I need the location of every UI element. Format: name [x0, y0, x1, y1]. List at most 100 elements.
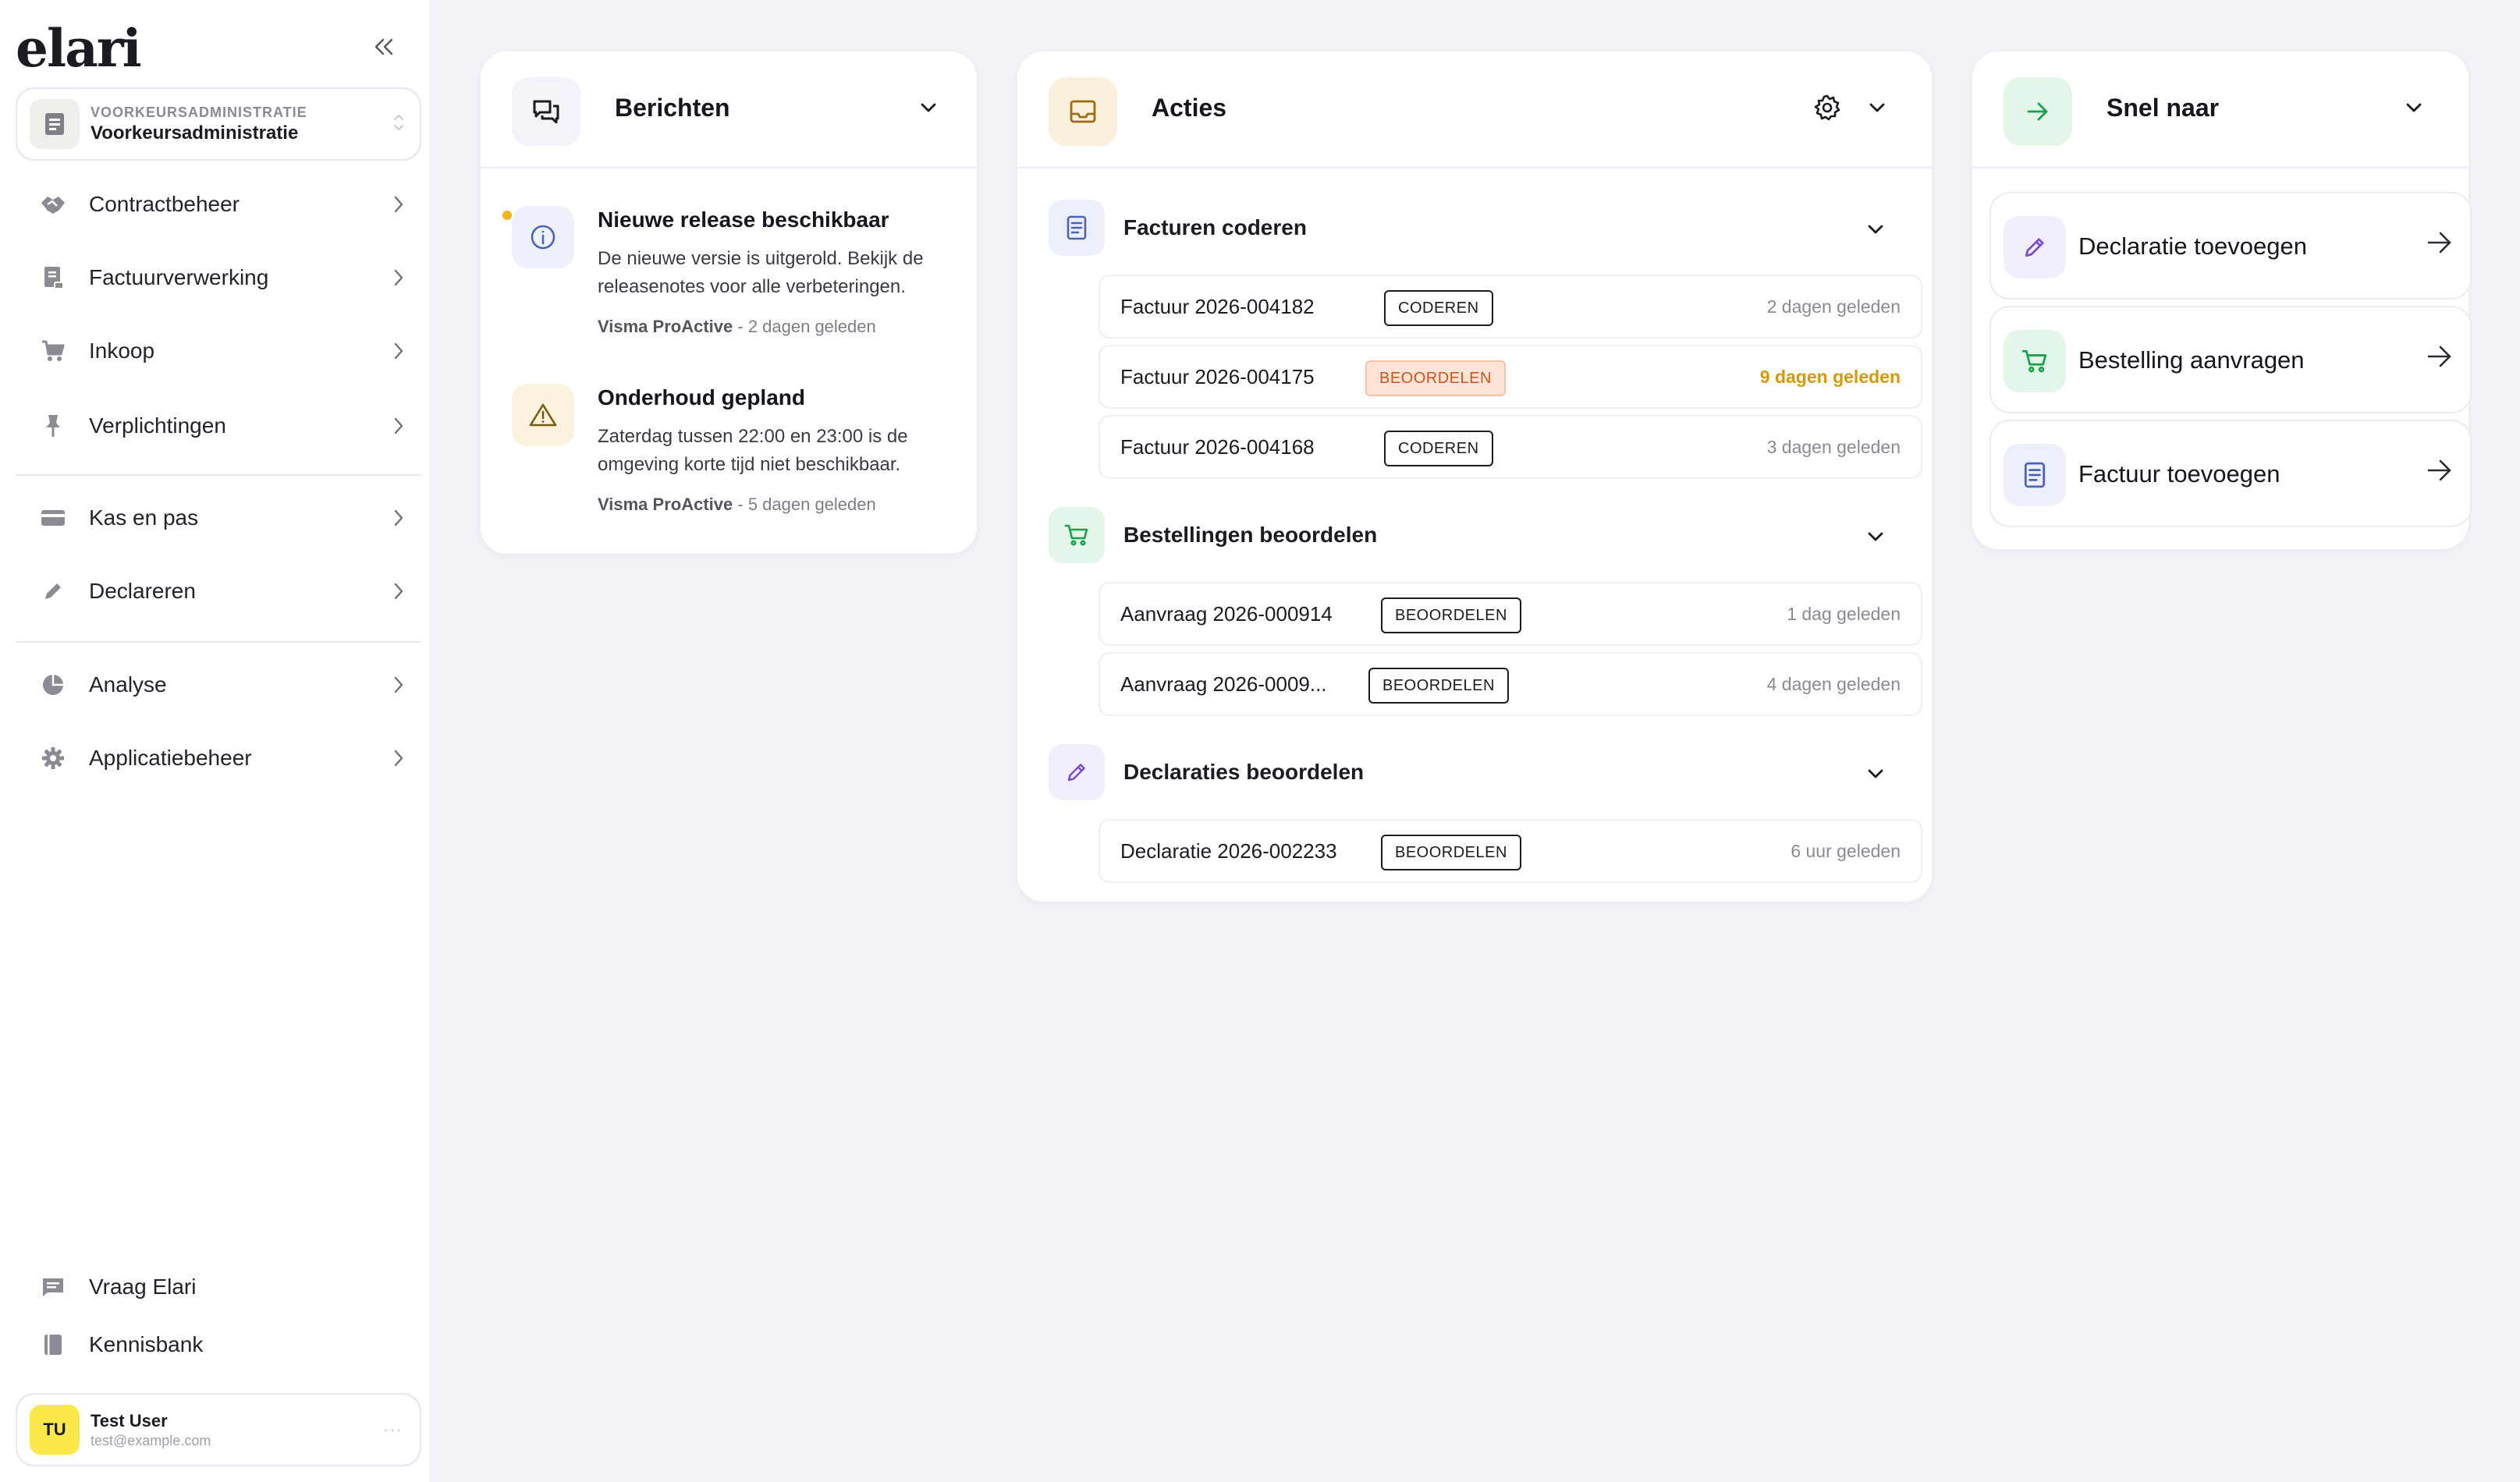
chevron-down-icon — [921, 103, 936, 112]
row-time: 3 dagen geleden — [1766, 437, 1901, 457]
organization-switcher[interactable]: VOORKEURSADMINISTRATIE Voorkeursadminist… — [16, 87, 421, 161]
sidebar: elari VOORKEURSADMINISTRATIE Voorkeursad… — [0, 0, 429, 1482]
collapse-sidebar-button[interactable] — [367, 31, 401, 62]
warning-icon — [512, 384, 574, 446]
sidebar-item-kas-en-pas[interactable]: Kas en pas — [16, 487, 421, 549]
chevron-updown-icon — [393, 112, 404, 133]
message-item[interactable]: Onderhoud gepland Zaterdag tussen 22:00 … — [512, 384, 949, 524]
group-bestellingen-beoordelen[interactable]: Bestellingen beoordelen — [1049, 507, 1907, 566]
quick-link-declaratie-toevoegen[interactable]: Declaratie toevoegen — [1989, 192, 2472, 300]
chevron-right-icon — [394, 269, 403, 286]
quick-link-label: Factuur toevoegen — [2078, 460, 2280, 488]
actions-card-header: Acties — [1017, 51, 1932, 168]
card-icon — [37, 502, 69, 534]
action-row[interactable]: Aanvraag 2026-0009... BEOORDELEN 4 dagen… — [1099, 652, 1922, 716]
action-row[interactable]: Declaratie 2026-002233 BEOORDELEN 6 uur … — [1099, 819, 1922, 883]
action-row[interactable]: Factuur 2026-004182 CODEREN 2 dagen gele… — [1099, 275, 1922, 339]
handshake-icon — [37, 189, 69, 220]
sidebar-item-analyse[interactable]: Analyse — [16, 654, 421, 716]
message-source: Visma ProActive — [598, 495, 733, 514]
quick-link-factuur-toevoegen[interactable]: Factuur toevoegen — [1989, 420, 2472, 527]
sidebar-item-label: Inkoop — [89, 339, 155, 363]
document-icon — [2004, 444, 2066, 506]
arrow-right-icon — [2427, 346, 2451, 367]
chevron-right-icon — [394, 676, 403, 693]
message-meta: Visma ProActive - 2 dagen geleden — [598, 317, 876, 337]
collapse-actions-button[interactable] — [1858, 89, 1896, 126]
actions-card: Acties Facturen coderen Factuur 2026-004… — [1017, 51, 1932, 902]
messages-card: Berichten Nieuwe release beschikbaar De … — [481, 51, 977, 554]
document-icon — [1049, 200, 1105, 256]
more-icon[interactable]: ··· — [383, 1420, 403, 1440]
messages-icon — [512, 77, 580, 146]
sidebar-item-label: Vraag Elari — [89, 1275, 197, 1299]
pencil-icon — [1049, 744, 1105, 800]
action-row[interactable]: Factuur 2026-004168 CODEREN 3 dagen gele… — [1099, 415, 1922, 479]
receipt-icon — [37, 262, 69, 293]
group-title: Bestellingen beoordelen — [1123, 523, 1378, 547]
chevron-down-icon — [1868, 225, 1883, 234]
elari-logo[interactable]: elari — [16, 17, 142, 80]
message-title: Onderhoud gepland — [598, 385, 805, 410]
chevron-down-icon — [1868, 769, 1883, 778]
sidebar-divider — [16, 474, 421, 476]
quick-links-card: Snel naar Declaratie toevoegen Bestellin… — [1972, 51, 2472, 549]
chevron-right-icon — [394, 196, 403, 213]
cart-icon — [1049, 507, 1105, 563]
chevron-down-icon — [1869, 103, 1885, 112]
chevron-right-icon — [394, 750, 403, 767]
app: elari VOORKEURSADMINISTRATIE Voorkeursad… — [0, 0, 2520, 1482]
arrow-right-icon — [2427, 459, 2451, 481]
quick-links-card-header: Snel naar — [1972, 51, 2469, 168]
sidebar-item-declareren[interactable]: Declareren — [16, 560, 421, 622]
sidebar-item-contractbeheer[interactable]: Contractbeheer — [16, 173, 421, 236]
actions-settings-button[interactable] — [1808, 89, 1846, 126]
unread-dot — [502, 211, 512, 220]
sidebar-item-verplichtingen[interactable]: Verplichtingen — [16, 395, 421, 457]
sidebar-item-kennisbank[interactable]: Kennisbank — [16, 1314, 421, 1376]
row-time: 6 uur geleden — [1791, 841, 1901, 861]
chevron-right-icon — [394, 417, 403, 434]
action-row[interactable]: Aanvraag 2026-000914 BEOORDELEN 1 dag ge… — [1099, 582, 1922, 646]
pie-chart-icon — [37, 669, 69, 700]
message-time: - 5 dagen geleden — [737, 495, 876, 514]
book-icon — [37, 1329, 69, 1360]
sidebar-item-label: Contractbeheer — [89, 192, 240, 216]
sidebar-item-vraag-elari[interactable]: Vraag Elari — [16, 1256, 421, 1318]
collapse-messages-button[interactable] — [910, 89, 947, 126]
action-row[interactable]: Factuur 2026-004175 BEOORDELEN 9 dagen g… — [1099, 345, 1922, 409]
sidebar-item-inkoop[interactable]: Inkoop — [16, 320, 421, 382]
message-body: Zaterdag tussen 22:00 en 23:00 is de omg… — [598, 426, 908, 475]
quick-link-label: Bestelling aanvragen — [2078, 346, 2305, 374]
arrow-right-icon — [2004, 77, 2072, 146]
gear-icon — [37, 743, 69, 774]
card-title: Acties — [1152, 94, 1227, 122]
sidebar-item-label: Verplichtingen — [89, 413, 226, 438]
chevron-right-icon — [394, 509, 403, 526]
quick-link-bestelling-aanvragen[interactable]: Bestelling aanvragen — [1989, 306, 2472, 413]
card-title: Snel naar — [2107, 94, 2220, 122]
message-title: Nieuwe release beschikbaar — [598, 207, 889, 232]
row-time: 9 dagen geleden — [1759, 367, 1901, 387]
row-title: Factuur 2026-004168 — [1120, 435, 1315, 459]
cart-icon — [37, 335, 69, 367]
cart-icon — [2004, 330, 2066, 392]
chevron-right-icon — [394, 342, 403, 360]
message-item[interactable]: Nieuwe release beschikbaar De nieuwe ver… — [502, 206, 949, 346]
sidebar-item-factuurverwerking[interactable]: Factuurverwerking — [16, 246, 421, 309]
group-facturen-coderen[interactable]: Facturen coderen — [1049, 200, 1907, 259]
group-title: Declaraties beoordelen — [1123, 760, 1365, 784]
row-time: 2 dagen geleden — [1766, 296, 1901, 317]
sidebar-item-label: Kennisbank — [89, 1332, 204, 1356]
sidebar-divider — [16, 641, 421, 643]
status-badge: CODEREN — [1384, 431, 1493, 466]
collapse-quick-links-button[interactable] — [2395, 89, 2433, 126]
messages-card-header: Berichten — [481, 51, 977, 168]
sidebar-item-applicatiebeheer[interactable]: Applicatiebeheer — [16, 727, 421, 789]
user-menu[interactable]: TU Test User test@example.com ··· — [16, 1393, 421, 1466]
sidebar-item-label: Analyse — [89, 672, 167, 697]
chevron-right-icon — [394, 583, 403, 600]
row-time: 1 dag geleden — [1787, 604, 1901, 624]
group-declaraties-beoordelen[interactable]: Declaraties beoordelen — [1049, 744, 1907, 803]
row-title: Declaratie 2026-002233 — [1120, 839, 1337, 863]
